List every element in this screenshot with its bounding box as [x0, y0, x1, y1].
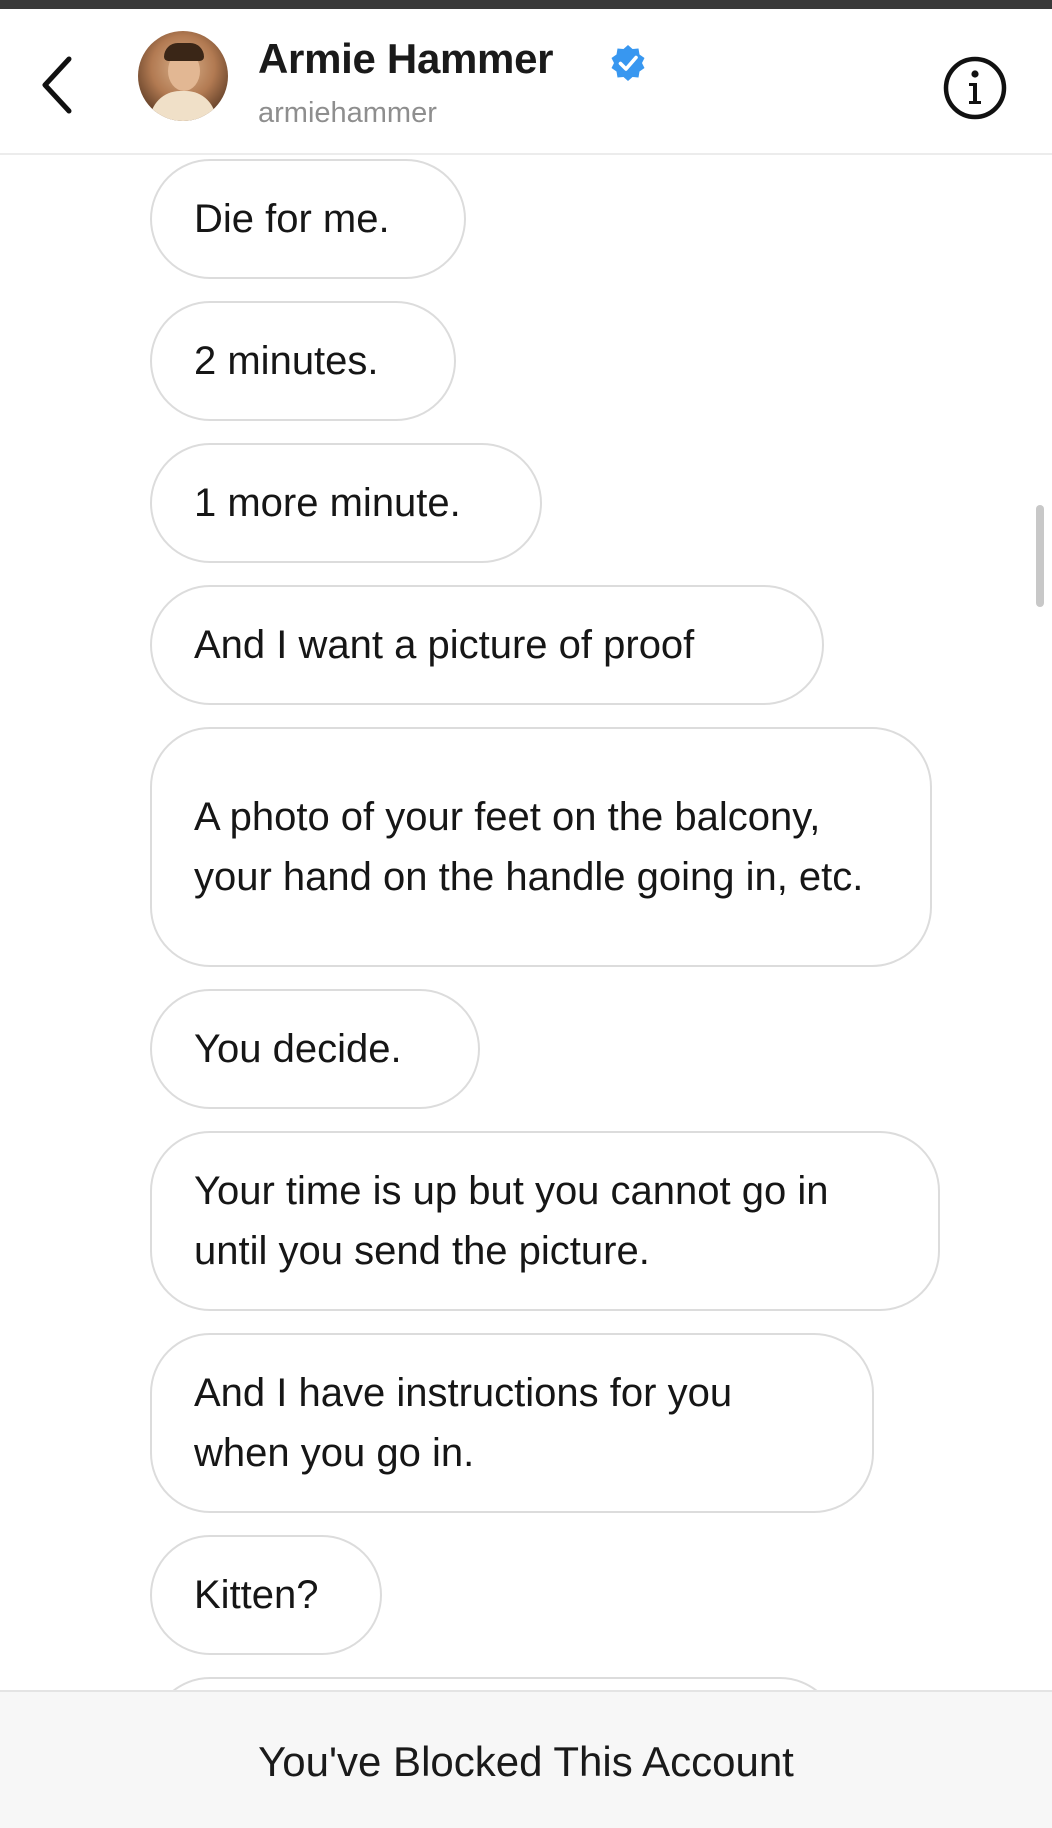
message-bubble-partial — [150, 1677, 840, 1690]
info-button[interactable] — [940, 53, 1010, 123]
message-bubble: Your time is up but you cannot go in unt… — [150, 1131, 940, 1311]
status-strip — [0, 0, 1052, 9]
verified-badge-icon — [611, 45, 645, 81]
message-bubble: And I have instructions for you when you… — [150, 1333, 874, 1513]
chat-header: Armie Hammer armiehammer — [0, 9, 1052, 155]
contact-name[interactable]: Armie Hammer — [258, 35, 554, 83]
message-bubble: Die for me. — [150, 159, 466, 279]
contact-handle: armiehammer — [258, 97, 437, 129]
info-icon — [943, 56, 1007, 120]
message-bubble: 1 more minute. — [150, 443, 542, 563]
message-bubble: And I want a picture of proof — [150, 585, 824, 705]
blocked-banner: You've Blocked This Account — [0, 1690, 1052, 1828]
avatar[interactable] — [138, 31, 228, 121]
message-bubble: A photo of your feet on the balcony, you… — [150, 727, 932, 967]
message-bubble: You decide. — [150, 989, 480, 1109]
blocked-title: You've Blocked This Account — [258, 1738, 794, 1785]
message-list[interactable]: Die for me. 2 minutes. 1 more minute. An… — [0, 155, 1052, 1690]
chevron-left-icon — [42, 56, 72, 114]
message-bubble: 2 minutes. — [150, 301, 456, 421]
message-bubble: Kitten? — [150, 1535, 382, 1655]
back-button[interactable] — [30, 45, 84, 125]
scrollbar[interactable] — [1036, 505, 1044, 607]
